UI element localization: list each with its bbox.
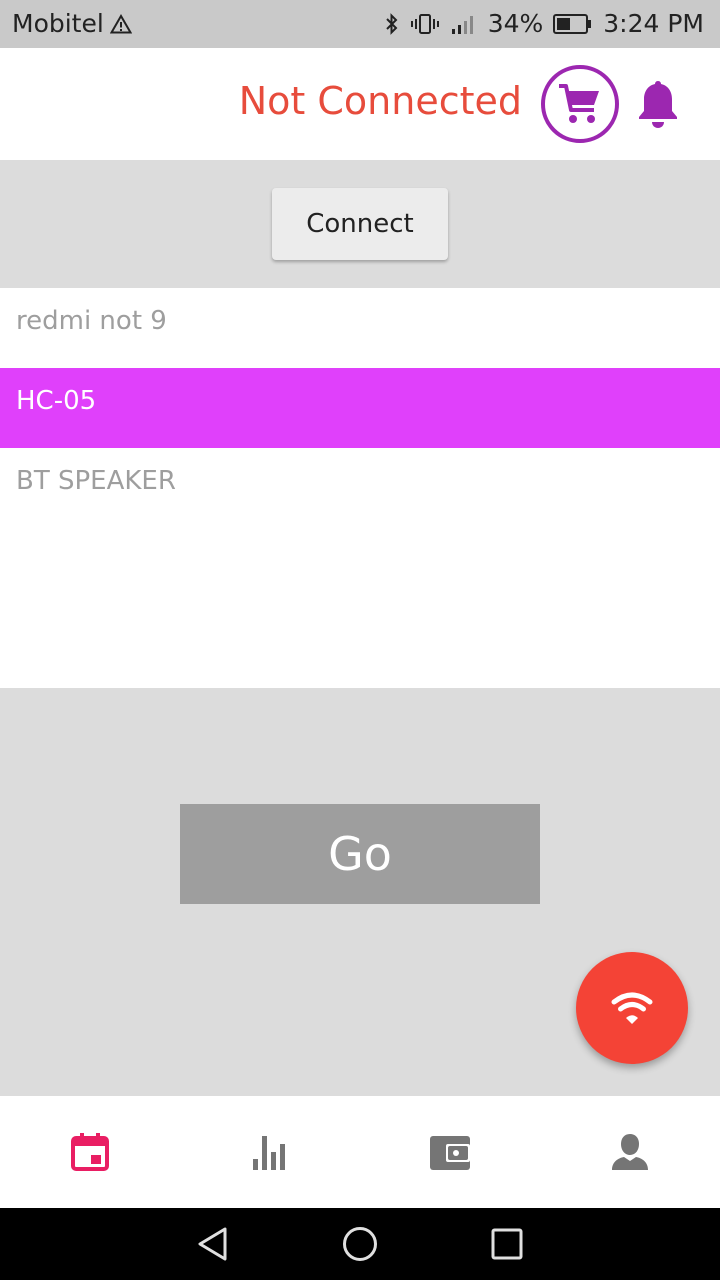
person-icon	[612, 1134, 648, 1170]
recents-square-icon	[491, 1228, 523, 1260]
battery-percent: 34%	[487, 9, 544, 38]
nav-tab-wallet[interactable]	[360, 1096, 540, 1208]
wifi-icon	[611, 992, 653, 1024]
carrier-name: Mobitel	[12, 9, 104, 38]
home-button[interactable]	[338, 1222, 382, 1266]
device-item-selected[interactable]: HC-05	[0, 368, 720, 448]
status-icons: 34% 3:24 PM	[384, 9, 704, 39]
nav-tab-calendar[interactable]	[0, 1096, 180, 1208]
signal-icon	[451, 16, 473, 34]
calendar-icon	[71, 1133, 109, 1171]
warning-icon	[109, 13, 132, 33]
wallet-icon	[430, 1136, 470, 1170]
connect-section: Connect	[0, 160, 720, 288]
home-circle-icon	[342, 1227, 377, 1261]
go-button[interactable]: Go	[180, 804, 540, 904]
app-header: Not Connected	[0, 48, 720, 160]
recents-button[interactable]	[485, 1222, 529, 1266]
back-button[interactable]	[191, 1222, 235, 1266]
battery-icon	[553, 14, 592, 34]
device-item[interactable]: redmi not 9	[0, 288, 720, 368]
back-icon	[198, 1227, 227, 1261]
device-list: redmi not 9 HC-05 BT SPEAKER	[0, 288, 720, 688]
bluetooth-icon	[385, 13, 398, 35]
go-section: Go	[0, 688, 720, 1096]
clock: 3:24 PM	[603, 9, 704, 38]
nav-tab-profile[interactable]	[540, 1096, 720, 1208]
bar-chart-icon	[253, 1136, 285, 1170]
status-bar: Mobitel 34% 3:24 PM	[0, 0, 720, 48]
system-navigation-bar	[0, 1208, 720, 1280]
connection-status: Not Connected	[238, 79, 522, 123]
cart-icon	[559, 84, 599, 123]
nav-tab-stats[interactable]	[180, 1096, 360, 1208]
wifi-fab-button[interactable]	[576, 952, 688, 1064]
vibrate-icon	[410, 14, 439, 34]
bottom-navigation	[0, 1096, 720, 1208]
connect-button[interactable]: Connect	[272, 188, 448, 260]
carrier-info: Mobitel	[12, 9, 132, 38]
device-item[interactable]: BT SPEAKER	[0, 448, 720, 528]
bell-icon[interactable]	[634, 78, 682, 130]
cart-button[interactable]	[541, 65, 619, 143]
